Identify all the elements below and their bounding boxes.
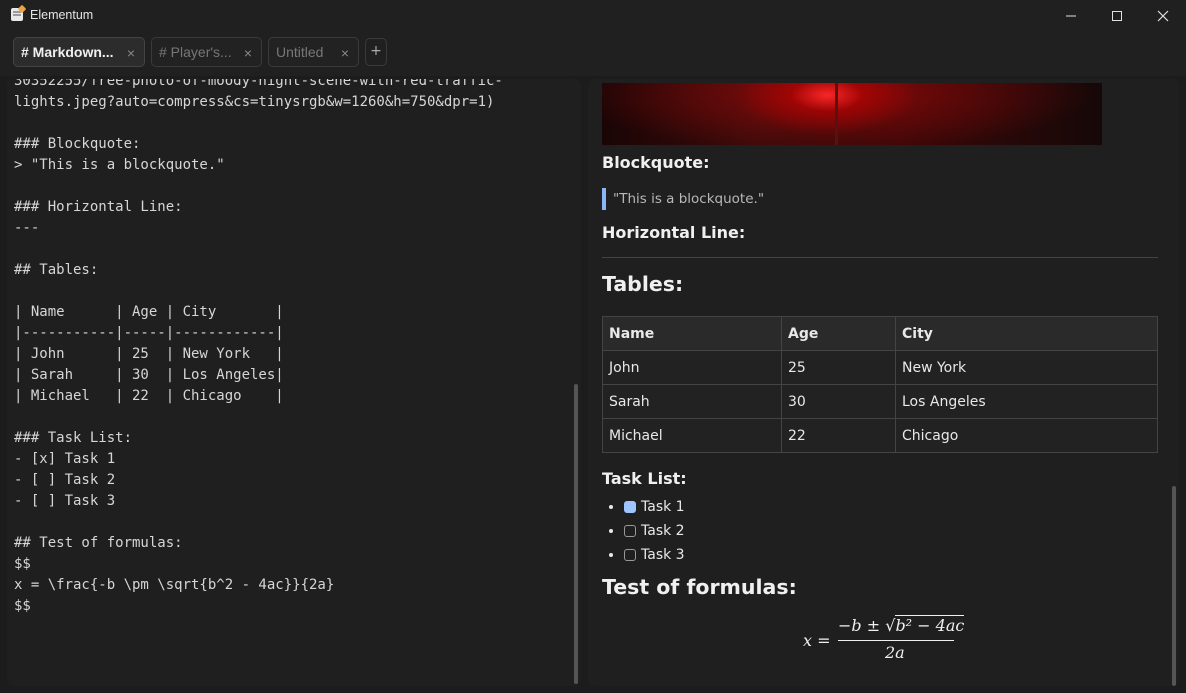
task-checkbox[interactable] xyxy=(624,501,636,513)
data-table: Name Age City John 25 New York Sarah 30 … xyxy=(602,316,1158,453)
window-title: Elementum xyxy=(30,8,94,22)
list-item: Task 2 xyxy=(624,519,685,543)
formula-numerator-prefix: −b ± xyxy=(838,616,886,635)
table-header-row: Name Age City xyxy=(602,316,1158,351)
blockquote-heading: Blockquote: xyxy=(602,153,710,172)
markdown-preview: Blockquote: "This is a blockquote." Hori… xyxy=(588,79,1179,686)
maximize-button[interactable] xyxy=(1094,0,1140,32)
task-list-heading: Task List: xyxy=(602,469,687,488)
table-header-cell: Age xyxy=(781,316,896,351)
formulas-heading: Test of formulas: xyxy=(602,575,797,599)
tab-label: Untitled xyxy=(276,44,324,60)
tab-untitled[interactable]: Untitled × xyxy=(268,37,359,67)
tab-markdown[interactable]: # Markdown... × xyxy=(13,37,145,67)
table-row: Michael 22 Chicago xyxy=(602,418,1158,453)
tab-close-icon[interactable]: × xyxy=(341,45,349,61)
tab-label: # Player's... xyxy=(159,44,232,60)
formula-denominator: 2a xyxy=(885,643,905,662)
formula-lhs: x = xyxy=(803,631,831,650)
table-header-cell: Name xyxy=(602,316,782,351)
close-window-button[interactable] xyxy=(1140,0,1186,32)
tab-players[interactable]: # Player's... × xyxy=(151,37,262,67)
preview-scrollbar[interactable] xyxy=(1172,486,1176,686)
table-header-cell: City xyxy=(895,316,1158,351)
formula-numerator: −b ± √b² − 4ac xyxy=(838,615,965,635)
traffic-lights-image xyxy=(602,83,1102,145)
editor-scrollbar[interactable] xyxy=(574,384,578,684)
task-checkbox[interactable] xyxy=(624,549,636,561)
minimize-button[interactable] xyxy=(1048,0,1094,32)
task-label: Task 2 xyxy=(641,523,685,539)
table-row: Sarah 30 Los Angeles xyxy=(602,384,1158,419)
blockquote: "This is a blockquote." xyxy=(602,188,764,210)
maximize-icon xyxy=(1112,11,1122,21)
table-cell: 22 xyxy=(781,418,896,453)
minimize-icon xyxy=(1066,15,1076,17)
task-label: Task 1 xyxy=(641,499,685,515)
tab-close-icon[interactable]: × xyxy=(127,45,135,61)
editor-content[interactable]: 30352255/free-photo-of-moody-night-scene… xyxy=(14,79,503,617)
title-bar: Elementum xyxy=(0,0,1186,32)
app-notepad-icon xyxy=(11,8,23,21)
table-cell: John xyxy=(602,350,782,385)
table-row: John 25 New York xyxy=(602,350,1158,385)
new-tab-button[interactable]: + xyxy=(365,38,387,66)
sqrt-symbol: √ xyxy=(885,616,896,635)
close-icon xyxy=(1157,10,1169,22)
table-cell: Chicago xyxy=(895,418,1158,453)
task-list: Task 1 Task 2 Task 3 xyxy=(602,495,685,567)
tab-close-icon[interactable]: × xyxy=(244,45,252,61)
formula-radicand: b² − 4ac xyxy=(895,615,965,635)
horizontal-line-heading: Horizontal Line: xyxy=(602,223,746,242)
horizontal-rule xyxy=(602,257,1158,258)
list-item: Task 1 xyxy=(624,495,685,519)
tables-heading: Tables: xyxy=(602,272,684,296)
fraction-bar xyxy=(838,640,954,641)
table-cell: Los Angeles xyxy=(895,384,1158,419)
table-cell: New York xyxy=(895,350,1158,385)
task-label: Task 3 xyxy=(641,547,685,563)
table-cell: 25 xyxy=(781,350,896,385)
table-cell: Sarah xyxy=(602,384,782,419)
tab-bar: # Markdown... × # Player's... × Untitled… xyxy=(0,32,1186,76)
markdown-editor[interactable]: 30352255/free-photo-of-moody-night-scene… xyxy=(7,79,581,686)
tab-label: # Markdown... xyxy=(21,44,114,60)
quadratic-formula: x = −b ± √b² − 4ac 2a xyxy=(803,615,965,666)
table-cell: 30 xyxy=(781,384,896,419)
list-item: Task 3 xyxy=(624,543,685,567)
task-checkbox[interactable] xyxy=(624,525,636,537)
table-cell: Michael xyxy=(602,418,782,453)
